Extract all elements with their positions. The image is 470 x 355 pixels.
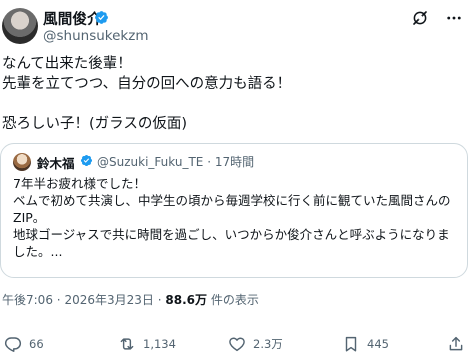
post-header: 風間俊介 @shunsukekzm xyxy=(0,0,470,52)
post-date[interactable]: 2026年3月23日 xyxy=(64,293,153,307)
meta-separator: · xyxy=(157,293,162,307)
quoted-text-line: ベムで初めて共演し、中学生の頃から毎週学校に行く前に観ていた風間さんの xyxy=(13,193,451,208)
views-count: 88.6万 xyxy=(165,293,207,307)
author-display-name[interactable]: 風間俊介 xyxy=(43,8,102,29)
repost-icon xyxy=(120,338,134,350)
quoted-meta: @Suzuki_Fuku_TE · 17時間 xyxy=(97,153,254,170)
post-meta: 午後7:06 · 2026年3月23日 · 88.6万 件の表示 xyxy=(2,291,259,308)
quoted-avatar[interactable] xyxy=(13,153,31,171)
like-count: 2.3万 xyxy=(253,337,283,351)
reply-count: 66 xyxy=(29,337,44,351)
bookmark-button[interactable]: 445 xyxy=(342,333,389,355)
quoted-handle: @Suzuki_Fuku_TE xyxy=(97,155,204,169)
avatar[interactable] xyxy=(2,8,38,44)
repost-button[interactable]: 1,134 xyxy=(118,333,176,355)
quoted-post[interactable]: 鈴木福 @Suzuki_Fuku_TE · 17時間 7年半お疲れ様でした！ ベ… xyxy=(0,143,468,278)
reply-icon xyxy=(4,337,22,352)
verified-badge-icon xyxy=(80,154,93,167)
quoted-time: 17時間 xyxy=(214,155,255,169)
grok-icon[interactable] xyxy=(411,9,429,27)
like-button[interactable]: 2.3万 xyxy=(228,333,283,355)
post-card: 風間俊介 @shunsukekzm なんて出来た後輩！ 先輩を立てつつ、自分の回… xyxy=(0,0,470,355)
quoted-display-name: 鈴木福 xyxy=(37,156,75,171)
heart-icon xyxy=(229,337,245,352)
views-label: 件の表示 xyxy=(210,293,259,307)
quoted-text: 7年半お疲れ様でした！ ベムで初めて共演し、中学生の頃から毎週学校に行く前に観て… xyxy=(13,175,459,260)
quoted-text-line: 7年半お疲れ様でした！ xyxy=(13,176,146,191)
more-icon[interactable] xyxy=(444,9,464,27)
post-text: なんて出来た後輩！ 先輩を立てつつ、自分の回への意力も語る！ 恐ろしい子！(ガラ… xyxy=(2,54,466,134)
meta-separator: · xyxy=(56,293,61,307)
repost-count: 1,134 xyxy=(143,337,176,351)
action-bar: 66 1,134 2.3万 445 xyxy=(0,333,470,355)
quoted-text-line: した。... xyxy=(13,244,63,259)
share-icon xyxy=(449,336,463,351)
post-text-line: なんて出来た後輩！ xyxy=(2,56,132,72)
verified-badge-icon xyxy=(95,11,108,24)
meta-separator: · xyxy=(207,155,212,169)
post-time[interactable]: 午後7:06 xyxy=(2,293,53,307)
post-text-line: 恐ろしい子！(ガラスの仮面) xyxy=(2,116,188,132)
quoted-text-line: ZIP。 xyxy=(13,210,46,225)
share-button[interactable] xyxy=(447,333,465,355)
author-handle[interactable]: @shunsukekzm xyxy=(43,28,149,44)
bookmark-count: 445 xyxy=(367,337,389,351)
post-text-line: 先輩を立てつつ、自分の回への意力も語る！ xyxy=(2,76,292,92)
post-text-blank-line xyxy=(2,94,466,114)
bookmark-icon xyxy=(345,336,357,352)
reply-button[interactable]: 66 xyxy=(4,333,44,355)
quoted-text-line: 地球ゴージャスで共に時間を過ごし、いつからか俊介さんと呼ぶようになりま xyxy=(13,227,450,242)
